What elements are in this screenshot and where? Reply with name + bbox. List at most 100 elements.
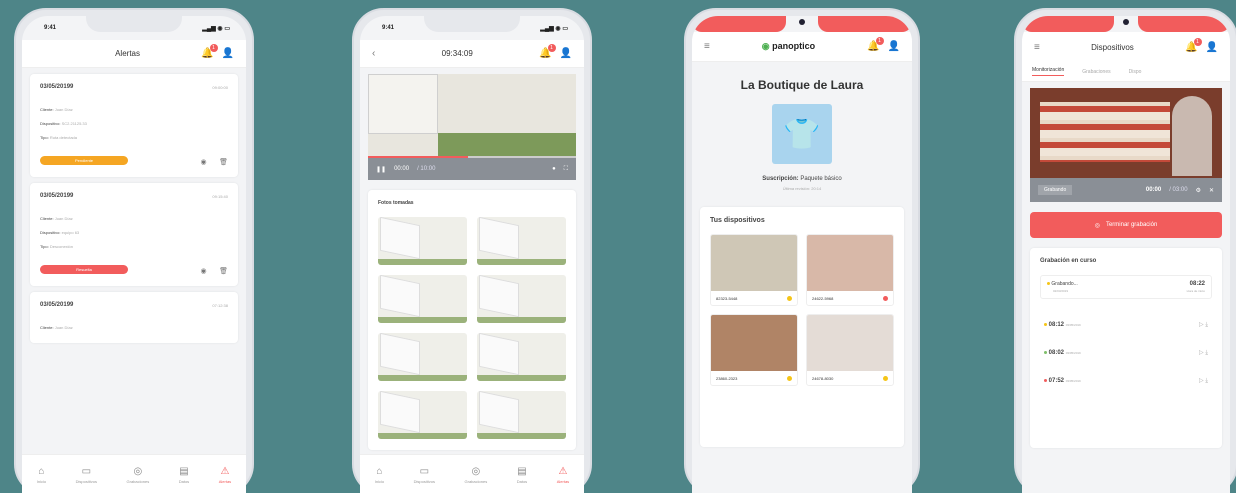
bell-icon[interactable]: 🔔 1 (201, 44, 218, 59)
device-card[interactable]: 24678-8030 (806, 314, 894, 386)
current-recording[interactable]: Grabando... 02/03/2019 08:22 Hora de inici… (1040, 275, 1212, 299)
signal-icon: ▂▄▆ ◉ ▭ (540, 25, 568, 32)
recording-row[interactable]: 08:02 03/05/2019 ▷ ⤓ (1040, 339, 1212, 367)
tab-recordings[interactable]: Grabaciones (1082, 69, 1110, 75)
tab-recordings[interactable]: ◎ Grabaciones (465, 466, 488, 484)
detail-label: Cliente: (40, 325, 54, 330)
close-icon[interactable]: ✕ (1209, 187, 1214, 194)
camera-dot (1123, 19, 1129, 25)
detail-label: Tipo: (40, 244, 49, 249)
devices-icon: ▭ (419, 465, 430, 477)
tab-label: Inicio (374, 478, 385, 484)
tab-devices[interactable]: ▭ Dispositivos (414, 466, 435, 484)
recording-title: Grabación en curso (1040, 258, 1097, 264)
user-icon[interactable]: 👤 (222, 48, 234, 59)
phone-devices: ≡ Dispositivos 🔔 1 👤 Monitorización Grabac… (1014, 8, 1236, 493)
play-icon[interactable]: ▷ (1199, 322, 1204, 328)
tab-home[interactable]: ⌂ Inicio (375, 466, 384, 484)
play-icon[interactable]: ▷ (1199, 378, 1204, 384)
video-player[interactable] (368, 74, 576, 158)
finish-button-label: Terminar grabación (1105, 222, 1158, 228)
bell-icon[interactable]: 🔔 1 (867, 37, 884, 52)
fullscreen-icon[interactable]: ⛶ (564, 166, 568, 173)
user-icon[interactable]: 👤 (1206, 42, 1218, 53)
tab-recordings[interactable]: ◎ Grabaciones (127, 466, 150, 484)
photo-thumbnail[interactable] (378, 275, 467, 323)
play-icon[interactable]: ▷ (1199, 350, 1204, 356)
status-badge: Pendiente (40, 155, 128, 165)
current-date: 02/03/2019 (1053, 289, 1069, 293)
store-icon: 👕 (772, 104, 832, 164)
user-icon[interactable]: 👤 (888, 41, 900, 52)
device-id: 24622-5968 (812, 295, 834, 301)
trash-icon[interactable]: 🗑 (219, 267, 228, 275)
alert-card[interactable]: 03/05/20199 09:00:00 Cliente: Juan Díaz Dis… (30, 74, 238, 177)
detail-value: Juan Díaz (54, 325, 73, 330)
device-card[interactable]: 23860-2323 (710, 314, 798, 386)
photo-thumbnail[interactable] (378, 217, 467, 265)
alert-card[interactable]: 03/05/20199 09:15:40 Cliente: Juan Díaz Dis… (30, 183, 238, 286)
detail-value: SC2.21125.33 (61, 121, 87, 126)
detail-value: Desconexión (49, 244, 73, 249)
alert-card[interactable]: 03/05/20199 07:12:38 Cliente: Juan Díaz (30, 292, 238, 343)
progress-bar[interactable] (368, 156, 576, 158)
trash-icon[interactable]: 🗑 (219, 158, 228, 166)
download-icon[interactable]: ⤓ (1205, 378, 1208, 384)
shirt-icon: 👕 (783, 117, 821, 151)
bell-icon[interactable]: 🔔 1 (539, 44, 556, 59)
eye-icon[interactable]: ◉ (201, 267, 207, 275)
tab-label: Alertas (218, 478, 232, 484)
bell-icon[interactable]: 🔔 1 (1185, 37, 1202, 53)
pause-icon[interactable]: ❚❚ (376, 166, 386, 173)
user-icon[interactable]: 👤 (560, 48, 572, 59)
status-dot (1044, 378, 1047, 382)
download-icon[interactable]: ⤓ (1205, 322, 1208, 328)
detail-label: Cliente: (40, 107, 54, 112)
tab-data[interactable]: ▤ Datos (517, 466, 527, 484)
player-total: / 03:00 (1169, 187, 1188, 193)
back-icon[interactable]: ‹ (372, 48, 375, 59)
player-total: / 10:00 (417, 166, 436, 172)
tab-alerts[interactable]: ⚠ Alertas (557, 466, 569, 484)
photo-thumbnail[interactable] (378, 333, 467, 381)
device-card[interactable]: 24622-5968 (806, 234, 894, 306)
mannequin-image (1172, 96, 1212, 176)
header: ≡ Dispositivos 🔔 1 👤 (1022, 32, 1230, 62)
settings-icon[interactable]: ⚙ (1196, 187, 1201, 194)
recording-time: 07:52 (1048, 377, 1065, 384)
recording-time: 08:12 (1048, 321, 1065, 328)
photo-thumbnail[interactable] (477, 333, 566, 381)
recordings-icon: ◎ (133, 465, 143, 477)
status-dot (1044, 350, 1047, 354)
phone-alerts: 9:41 ▂▄▆ ◉ ▭ Alertas 🔔 1 👤 03/05/20199 09:0… (14, 8, 254, 493)
tab-alerts[interactable]: ⚠ Alertas (219, 466, 231, 484)
recording-time: 08:02 (1048, 349, 1065, 356)
photo-thumbnail[interactable] (378, 391, 467, 439)
tab-monitoring[interactable]: Monitorización (1032, 67, 1065, 76)
tab-devices[interactable]: Dispo (1129, 69, 1142, 75)
tab-devices[interactable]: ▭ Dispositivos (76, 466, 97, 484)
photo-thumbnail[interactable] (477, 275, 566, 323)
eye-icon[interactable]: ◉ (201, 158, 207, 166)
download-icon[interactable]: ⤓ (1205, 350, 1208, 356)
alert-date: 03/05/20199 (40, 84, 74, 90)
camera-icon[interactable]: ● (552, 166, 556, 172)
menu-icon[interactable]: ≡ (1034, 42, 1040, 53)
detail-value: Ruta detectada (49, 135, 78, 140)
photo-thumbnail[interactable] (477, 391, 566, 439)
subscription-label: Suscripción: (762, 176, 799, 182)
recording-row[interactable]: 08:12 03/05/2019 ▷ ⤓ (1040, 311, 1212, 339)
data-icon: ▤ (179, 465, 189, 477)
photo-thumbnail[interactable] (477, 217, 566, 265)
live-video[interactable] (1030, 88, 1222, 178)
house-image (368, 74, 438, 134)
menu-icon[interactable]: ≡ (704, 41, 710, 52)
recording-row[interactable]: 07:52 03/05/2019 ▷ ⤓ (1040, 367, 1212, 395)
device-card[interactable]: 82323-5448 (710, 234, 798, 306)
finish-recording-button[interactable]: ◎ Terminar grabación (1030, 212, 1222, 238)
alert-time: 07:12:38 (212, 303, 228, 308)
tab-home[interactable]: ⌂ Inicio (37, 466, 46, 484)
top-decoration (1022, 16, 1114, 32)
detail-value: Juan Díaz (54, 216, 73, 221)
tab-data[interactable]: ▤ Datos (179, 466, 189, 484)
